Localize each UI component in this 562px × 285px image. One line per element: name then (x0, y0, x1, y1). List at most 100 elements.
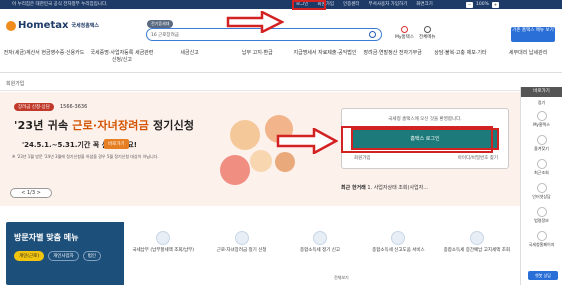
quick-sidebar: 바로가기 접기 My홈택스 즐겨찾기 최근조회 인터넷상담 법령정보 국세청홈페… (520, 87, 562, 285)
zoom-in-icon[interactable]: + (491, 1, 499, 8)
hero-title-post: 정기신청 (148, 119, 195, 132)
nav-item-incentive[interactable]: 장려금·연말정산 전자기부금 (359, 47, 427, 72)
all-view-link[interactable]: 전체보기 (334, 275, 349, 281)
sub-home-link[interactable]: 회원가입 (6, 80, 24, 87)
sub-bar: 회원가입 (0, 77, 520, 91)
hero-title: '23년 귀속 근로·자녀장려금 정기신청 (14, 117, 194, 133)
sidebar-item-collapse[interactable]: 접기 (521, 100, 562, 106)
user-icon (400, 26, 408, 33)
visitor-menu-title: 방문자별 맞춤 메뉴 (14, 233, 79, 242)
sidebar-item-my[interactable]: My홈택스 (521, 111, 562, 128)
sidebar-label: 접기 (537, 100, 546, 105)
arrow-to-top-login-icon (226, 11, 284, 33)
sidebar-label: My홈택스 (533, 122, 550, 127)
basic-menu-button[interactable]: 기존 홈택스 메뉴 보기 (511, 27, 555, 42)
hero-more-button[interactable]: 바로가기 (104, 139, 129, 149)
login-panel: 국세청 홈택스에 오신 것을 환영합니다. 홈택스 로그인 회원가입 아이디/비… (341, 108, 509, 169)
tab-individual[interactable]: 개인(근로) (14, 251, 45, 261)
card-interim-tax[interactable]: 종합소득세 증간예납 고지세액 조회 (438, 222, 516, 285)
top-signup-link[interactable]: 회원가입 (317, 0, 334, 9)
card-incentive-apply[interactable]: 근로·자녀장려금 정기 신청 (202, 222, 280, 285)
zoom-control: − 100% + (466, 0, 499, 9)
form-icon (313, 231, 328, 245)
card-label: 종합소득세 신고도움 서비스 (372, 248, 425, 253)
nav-item-einvoice[interactable]: 전자(세금)계산서 현금영수증·신용카드 (0, 47, 88, 72)
tab-corporation[interactable]: 법인 (82, 251, 102, 261)
help-icon (391, 231, 406, 245)
hero-title-em: 근로·자녀장려금 (72, 119, 149, 132)
top-login-link[interactable]: 로그인 (296, 0, 308, 9)
sidebar-label: 인터넷상담 (532, 194, 551, 199)
sidebar-label: 법령정보 (534, 218, 549, 223)
search-icon[interactable] (369, 31, 376, 38)
coin-icon (156, 231, 171, 245)
sidebar-item-law[interactable]: 법령정보 (521, 207, 562, 224)
incentive-pill: 장려금 신청·상담 (14, 103, 54, 111)
card-tax-payment[interactable]: 국세납부 (납부할세액 조회/납부) (124, 222, 202, 285)
top-dept-link[interactable]: 부서사용자 가입하기 (369, 0, 408, 9)
card-label: 근로·자녀장려금 정기 신청 (216, 248, 267, 253)
zoom-out-icon[interactable]: − (466, 1, 473, 8)
logo-name: 국세청홈택스 (71, 23, 100, 29)
gov-topbar: 이 누리집은 대한민국 공식 전자정부 누리집입니다. 로그인 회원가입 인증센… (0, 0, 562, 9)
all-menu-label: 전체메뉴 (418, 35, 436, 40)
find-id-link[interactable]: 아이디/비밀번호 찾기 (458, 155, 498, 161)
menu-cards: 국세납부 (납부할세액 조회/납부) 근로·자녀장려금 정기 신청 종합소득세 … (124, 222, 516, 285)
search-doc-icon (469, 231, 484, 245)
nav-item-payment[interactable]: 납부 고지·환급 (223, 47, 291, 72)
document-icon (234, 231, 249, 245)
login-options: 회원가입 아이디/비밀번호 찾기 (354, 155, 498, 161)
hometax-logo[interactable]: Hometax 국세청홈택스 (6, 20, 99, 31)
nav-item-consult[interactable]: 상담·불복·고충 제보·기타 (427, 47, 495, 72)
tab-sole-proprietor[interactable]: 개인사업자 (48, 251, 79, 261)
sidebar-label: 즐겨찾기 (534, 146, 549, 151)
signup-link[interactable]: 회원가입 (354, 155, 371, 161)
chat-icon (536, 183, 547, 193)
sidebar-item-nts[interactable]: 국세청홈페이지 (521, 231, 562, 248)
recent-value[interactable]: 1. 사업자상태 조회(사업자... (367, 185, 428, 191)
person-icon (250, 150, 272, 172)
banner-pager[interactable]: < 1/3 > (10, 188, 52, 198)
logo-mark-icon (6, 20, 16, 31)
arrow-to-login-button-icon (276, 128, 338, 154)
top-cert-link[interactable]: 인증센터 (343, 0, 360, 9)
zoom-value: 100% (476, 2, 489, 7)
top-screen-size-link[interactable]: 화면크기 (416, 0, 433, 9)
hometax-login-button[interactable]: 홈택스 로그인 (351, 128, 499, 150)
nav-item-agent[interactable]: 세무대리 납세관리 (494, 47, 562, 72)
phone-number: 1566-3636 (60, 104, 88, 110)
person-icon (275, 152, 295, 172)
nav-item-tax-report[interactable]: 세금신고 (156, 47, 224, 72)
sidebar-item-consult[interactable]: 인터넷상담 (521, 183, 562, 200)
person-icon (230, 120, 260, 150)
recent-label: 최근 한거래 (341, 185, 366, 191)
hero-note: ※ '23년 1월 방문 '24년 3월에 정기신청을 하셨을 경우 5월 정기… (12, 154, 159, 159)
sidebar-item-recent[interactable]: 최근조회 (521, 159, 562, 176)
user-icon (536, 111, 547, 121)
card-tax-help[interactable]: 종합소득세 신고도움 서비스 (359, 222, 437, 285)
home-icon (536, 231, 547, 241)
visitor-tabs: 개인(근로) 개인사업자 법인 (14, 251, 102, 261)
nav-item-certificate[interactable]: 국세증명·사업자등록 세금관련 신청/신고 (88, 47, 156, 72)
my-hometax-button[interactable]: My홈택스 (395, 26, 414, 40)
header-icons: My홈택스 전체메뉴 (395, 26, 436, 40)
visitor-menu: 방문자별 맞춤 메뉴 개인(근로) 개인사업자 법인 국세납부 (납부할세액 조… (6, 222, 516, 285)
card-label: 종합소득세 증간예납 고지세액 조회 (443, 248, 511, 253)
welcome-text: 국세청 홈택스에 오신 것을 환영합니다. (388, 117, 462, 122)
top-links: 로그인 회원가입 인증센터 부서사용자 가입하기 화면크기 (296, 0, 433, 9)
star-icon (536, 135, 547, 145)
sidebar-header: 바로가기 (521, 87, 562, 97)
sidebar-label: 최근조회 (534, 170, 549, 175)
logo-text: Hometax (18, 20, 69, 31)
all-menu-button[interactable]: 전체메뉴 (419, 26, 436, 40)
search-tag[interactable]: 전기증세대 (147, 20, 174, 28)
nav-item-statement[interactable]: 지급명세서 자료제출·공익법인 (291, 47, 359, 72)
recent-transactions: 최근 한거래 1. 사업자상태 조회(사업자... (341, 184, 428, 191)
clock-icon (536, 159, 547, 169)
sidebar-item-favorites[interactable]: 즐겨찾기 (521, 135, 562, 152)
search-prefix: 16 근로장려금 (151, 33, 179, 38)
main-nav: 전자(세금)계산서 현금영수증·신용카드 국세증명·사업자등록 세금관련 신청/… (0, 47, 562, 73)
my-hometax-label: My홈택스 (395, 35, 414, 40)
card-label: 종합소득세 정기 신고 (299, 248, 341, 253)
chatbot-button[interactable]: 챗봇 상담 (528, 271, 558, 280)
